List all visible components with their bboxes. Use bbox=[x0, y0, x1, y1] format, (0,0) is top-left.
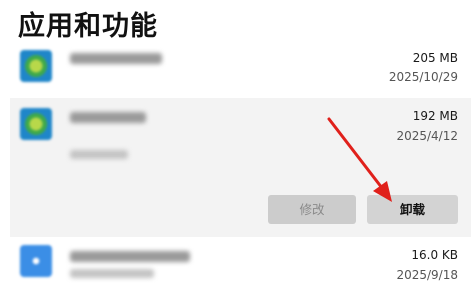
app-publisher-blurred bbox=[70, 269, 154, 278]
app-icon bbox=[20, 245, 52, 277]
app-name-blurred bbox=[70, 112, 146, 123]
app-size: 192 MB bbox=[412, 109, 458, 123]
app-publisher-blurred bbox=[70, 150, 128, 159]
app-install-date: 2025/10/29 bbox=[388, 70, 458, 84]
app-list-item-expanded[interactable]: 192 MB 2025/4/12 修改 卸载 bbox=[10, 98, 471, 237]
app-name-blurred bbox=[70, 53, 162, 64]
app-install-date: 2025/4/12 bbox=[396, 129, 458, 143]
app-list-item[interactable]: 205 MB 2025/10/29 bbox=[10, 40, 471, 96]
app-list-item[interactable]: 16.0 KB 2025/9/18 bbox=[10, 238, 471, 298]
app-icon bbox=[20, 108, 52, 140]
app-install-date: 2025/9/18 bbox=[396, 268, 458, 282]
app-icon bbox=[20, 50, 52, 82]
app-size: 16.0 KB bbox=[411, 248, 458, 262]
app-name-blurred bbox=[70, 251, 190, 262]
modify-button[interactable]: 修改 bbox=[268, 195, 356, 224]
app-size: 205 MB bbox=[412, 51, 458, 65]
uninstall-button[interactable]: 卸载 bbox=[367, 195, 458, 224]
page-title: 应用和功能 bbox=[18, 11, 158, 42]
